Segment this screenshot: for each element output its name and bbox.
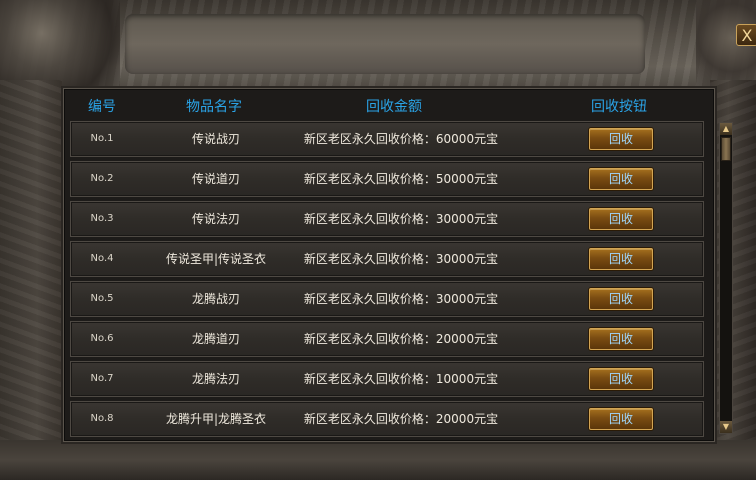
table-header: 编号 物品名字 回收金额 回收按钮 (64, 89, 714, 119)
item-name: 传说圣甲|传说圣衣 (165, 252, 267, 266)
recycle-price: 新区老区永久回收价格：20000元宝 (303, 412, 499, 426)
scroll-thumb[interactable] (721, 137, 731, 161)
chevron-up-icon[interactable]: ▲ (720, 123, 732, 135)
row-number: No.4 (90, 253, 114, 264)
title-plate (125, 14, 645, 74)
recycle-button[interactable]: 回收 (589, 128, 653, 150)
close-button[interactable]: X (736, 24, 756, 46)
row-number: No.6 (90, 333, 114, 344)
recycle-price: 新区老区永久回收价格：60000元宝 (303, 132, 499, 146)
recycle-button[interactable]: 回收 (589, 408, 653, 430)
recycle-price: 新区老区永久回收价格：20000元宝 (303, 332, 499, 346)
recycle-table-panel: 编号 物品名字 回收金额 回收按钮 No.1 传说战刃 新区老区永久回收价格：6… (63, 88, 733, 442)
recycle-price: 新区老区永久回收价格：30000元宝 (303, 212, 499, 226)
recycle-price: 新区老区永久回收价格：30000元宝 (303, 292, 499, 306)
recycle-price: 新区老区永久回收价格：50000元宝 (303, 172, 499, 186)
row-number: No.5 (90, 293, 114, 304)
recycle-button[interactable]: 回收 (589, 288, 653, 310)
table-row: No.2 传说道刃 新区老区永久回收价格：50000元宝 回收 (70, 161, 704, 197)
row-number: No.7 (90, 373, 114, 384)
row-number: No.1 (90, 133, 114, 144)
recycle-button[interactable]: 回收 (589, 168, 653, 190)
item-name: 传说战刃 (191, 132, 240, 146)
recycle-button[interactable]: 回收 (589, 248, 653, 270)
recycle-price: 新区老区永久回收价格：10000元宝 (303, 372, 499, 386)
item-name: 传说法刃 (191, 212, 240, 226)
header-button: 回收按钮 (591, 99, 647, 115)
frame-right-border (710, 80, 756, 480)
table-row: No.8 龙腾升甲|龙腾圣衣 新区老区永久回收价格：20000元宝 回收 (70, 401, 704, 437)
row-number: No.8 (90, 413, 114, 424)
frame-left-border (0, 80, 62, 480)
frame-bottom-border (0, 440, 756, 480)
item-name: 龙腾升甲|龙腾圣衣 (165, 412, 267, 426)
header-no: 编号 (88, 99, 116, 115)
scrollbar[interactable]: ▲ ▼ (719, 122, 733, 434)
row-number: No.2 (90, 173, 114, 184)
close-icon: X (741, 26, 753, 45)
table-row: No.1 传说战刃 新区老区永久回收价格：60000元宝 回收 (70, 121, 704, 157)
row-number: No.3 (90, 213, 114, 224)
table-row: No.3 传说法刃 新区老区永久回收价格：30000元宝 回收 (70, 201, 704, 237)
recycle-button[interactable]: 回收 (589, 208, 653, 230)
table-row: No.4 传说圣甲|传说圣衣 新区老区永久回收价格：30000元宝 回收 (70, 241, 704, 277)
table-row: No.7 龙腾法刃 新区老区永久回收价格：10000元宝 回收 (70, 361, 704, 397)
item-name: 龙腾法刃 (191, 372, 240, 386)
item-name: 传说道刃 (191, 172, 240, 186)
table-row: No.5 龙腾战刃 新区老区永久回收价格：30000元宝 回收 (70, 281, 704, 317)
header-amount: 回收金额 (366, 99, 422, 115)
recycle-price: 新区老区永久回收价格：30000元宝 (303, 252, 499, 266)
recycle-button[interactable]: 回收 (589, 328, 653, 350)
header-item-name: 物品名字 (186, 99, 242, 115)
chevron-down-icon[interactable]: ▼ (720, 421, 732, 433)
item-name: 龙腾道刃 (191, 332, 240, 346)
item-name: 龙腾战刃 (191, 292, 240, 306)
recycle-button[interactable]: 回收 (589, 368, 653, 390)
table-row: No.6 龙腾道刃 新区老区永久回收价格：20000元宝 回收 (70, 321, 704, 357)
